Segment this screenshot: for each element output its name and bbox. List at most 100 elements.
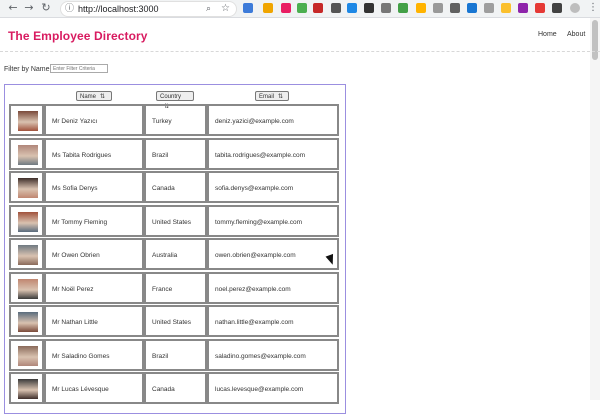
employee-country-cell: United States [144,204,207,237]
employee-email: lucas.levesque@example.com [215,386,304,393]
extension-icon[interactable] [416,3,426,13]
table-row: Mr Owen Obrien Australia owen.obrien@examp… [9,238,339,270]
photo-cell [9,238,44,270]
employee-country: Canada [152,386,175,393]
extension-icon[interactable] [398,3,408,13]
extension-icon[interactable] [263,3,273,13]
scrollbar-thumb[interactable] [592,20,598,60]
employee-country-cell: Brazil [144,338,207,371]
table-row: Mr Noël Perez France noel.perez@example.co… [9,271,339,304]
employee-email-cell: deniz.yazici@example.com [207,104,339,136]
employee-photo [18,178,38,198]
employee-email-cell: tommy.fleming@example.com [207,204,339,237]
extension-icon[interactable] [467,3,477,13]
info-icon[interactable]: ⓘ [65,2,74,16]
employee-email: saladino.gomes@example.com [215,352,306,360]
extension-icon[interactable] [433,3,443,13]
extension-icon[interactable] [347,3,357,13]
employee-country: Canada [152,185,175,192]
employee-country: Brazil [152,151,169,159]
extension-icon[interactable] [381,3,391,13]
table-row: Mr Nathan Little United States nathan.litt… [9,305,339,337]
bookmark-star-icon[interactable]: ☆ [221,2,230,16]
employee-email: owen.obrien@example.com [215,252,296,259]
extensions-puzzle-icon[interactable] [552,3,562,13]
address-bar[interactable]: ⓘ http://localhost:3000 ⌕ ☆ [60,1,237,17]
forward-icon[interactable]: → [22,1,36,15]
zoom-icon[interactable]: ⌕ [206,2,211,16]
employee-photo [18,144,38,165]
employee-country-cell: Brazil [144,137,207,170]
extension-icon[interactable] [518,3,528,13]
extension-icon[interactable] [313,3,323,13]
employee-country-cell: United States [144,305,207,337]
table-row: Mr Lucas Lévesque Canada lucas.levesque@ex… [9,372,339,404]
employee-name: Mr Deniz Yazıcı [52,118,98,125]
employee-country: United States [152,218,192,226]
employee-email: tabita.rodrigues@example.com [215,151,306,159]
employee-country-cell: Canada [144,171,207,203]
nav-home-link[interactable]: Home [538,31,557,38]
sort-country-button[interactable]: Country⇅ [156,91,194,110]
employee-name-cell: Ms Tabita Rodrigues [44,137,144,170]
extension-icon[interactable] [243,3,253,13]
employee-name: Mr Noël Perez [52,285,94,293]
url-text[interactable]: http://localhost:3000 [78,2,159,16]
employee-photo [18,245,38,265]
employee-photo [18,211,38,232]
employee-email: deniz.yazici@example.com [215,118,294,125]
employee-name-cell: Mr Owen Obrien [44,238,144,270]
employee-name-cell: Mr Lucas Lévesque [44,372,144,404]
employee-email-cell: nathan.little@example.com [207,305,339,337]
extension-icon[interactable] [364,3,374,13]
photo-cell [9,271,44,304]
employee-country: France [152,285,173,293]
filter-input[interactable] [50,64,108,73]
employee-country-cell: Australia [144,238,207,270]
nav-about-link[interactable]: About [567,31,585,38]
table-row: Ms Sofia Denys Canada sofia.denys@example.… [9,171,339,203]
extension-icon[interactable] [535,3,545,13]
header-divider [0,51,600,52]
sort-email-label: Email [259,94,275,100]
table-row: Mr Deniz Yazıcı Turkey deniz.yazici@exampl… [9,104,339,136]
photo-cell [9,171,44,203]
browser-menu-icon[interactable]: ⋮ [588,1,598,15]
employee-name-cell: Mr Noël Perez [44,271,144,304]
app-title: The Employee Directory [8,29,148,43]
profile-avatar-icon[interactable] [570,3,580,13]
employee-name-cell: Mr Nathan Little [44,305,144,337]
employee-email: noel.perez@example.com [215,285,291,293]
employee-photo [18,345,38,366]
sort-icon: ⇅ [100,94,106,100]
page-scrollbar[interactable] [590,18,600,400]
sort-name-label: Name [80,94,97,100]
employee-email-cell: noel.perez@example.com [207,271,339,304]
filter-label: Filter by Name: [4,66,52,73]
extension-icon[interactable] [501,3,511,13]
employee-name: Ms Tabita Rodrigues [52,151,112,159]
extension-icon[interactable] [297,3,307,13]
extension-icon[interactable] [450,3,460,13]
employee-country-cell: Canada [144,372,207,404]
photo-cell [9,372,44,404]
back-icon[interactable]: ← [6,1,20,15]
employee-name-cell: Ms Sofia Denys [44,171,144,203]
extension-icon[interactable] [484,3,494,13]
employee-email-cell: lucas.levesque@example.com [207,372,339,404]
extension-icon[interactable] [281,3,291,13]
employee-email-cell: sofia.denys@example.com [207,171,339,203]
employee-photo [18,111,38,131]
photo-cell [9,338,44,371]
sort-email-button[interactable]: Email ⇅ [255,91,289,101]
sort-icon: ⇅ [278,94,284,100]
employee-email: sofia.denys@example.com [215,185,294,192]
employee-country: Australia [152,252,178,259]
employee-email-cell: tabita.rodrigues@example.com [207,137,339,170]
sort-name-button[interactable]: Name ⇅ [76,91,112,101]
photo-cell [9,305,44,337]
extension-icon[interactable] [331,3,341,13]
reload-icon[interactable]: ↻ [39,1,53,15]
employee-name: Mr Nathan Little [52,319,98,326]
employee-name-cell: Mr Deniz Yazıcı [44,104,144,136]
